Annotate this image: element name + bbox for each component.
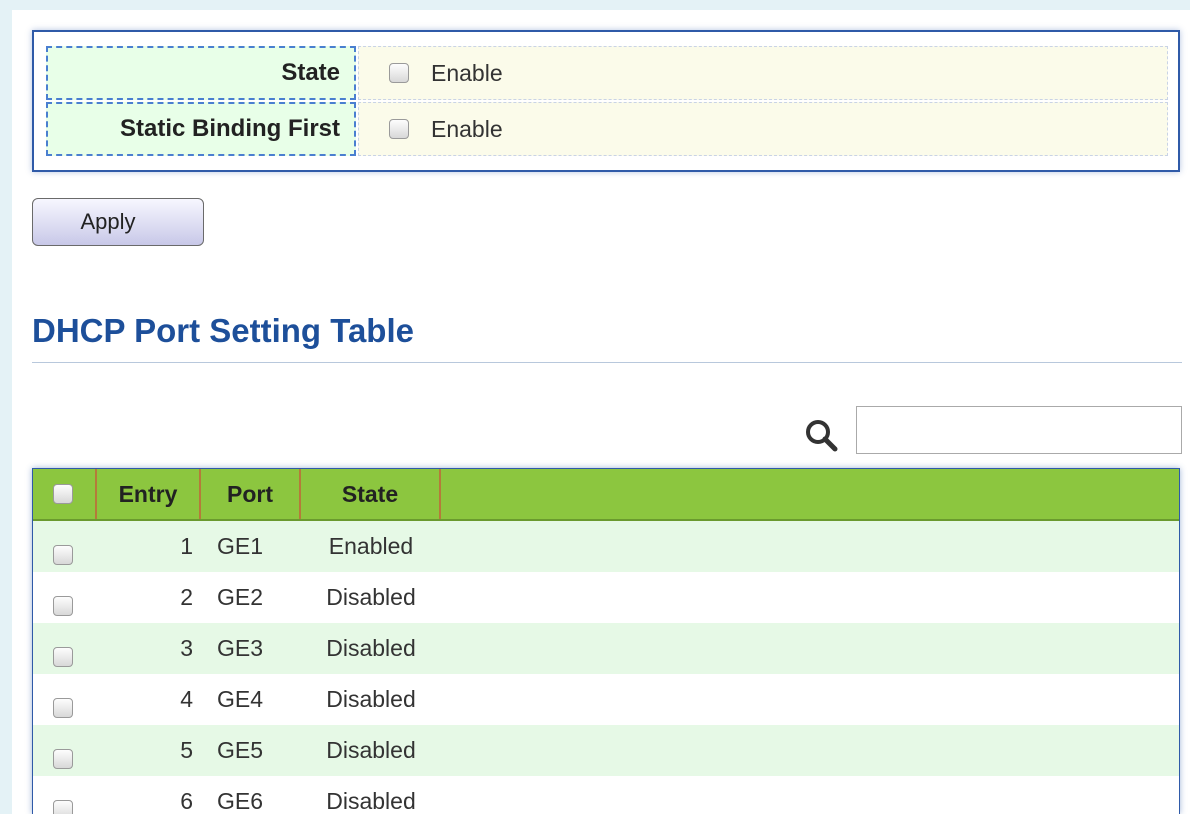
section-title: DHCP Port Setting Table	[32, 312, 414, 349]
row-port: GE2	[217, 584, 264, 610]
state-enable-checkbox[interactable]	[389, 63, 409, 83]
row-entry: 6	[180, 788, 193, 814]
search-input[interactable]	[856, 406, 1182, 454]
static-binding-first-row: Static Binding First Enable	[46, 102, 1168, 156]
table-row[interactable]: 4 GE4 Disabled	[33, 674, 1179, 725]
row-checkbox[interactable]	[53, 698, 73, 719]
row-state: Disabled	[326, 737, 416, 763]
row-port: GE5	[217, 737, 264, 763]
header-select-all	[33, 469, 97, 519]
row-entry: 4	[180, 686, 193, 712]
row-entry: 3	[180, 635, 193, 661]
header-state[interactable]: State	[301, 469, 441, 519]
row-port: GE1	[217, 533, 264, 559]
state-row: State Enable	[46, 46, 1168, 100]
row-state: Enabled	[328, 533, 414, 559]
row-port: GE6	[217, 788, 264, 814]
row-select	[53, 572, 73, 623]
state-enable-label: Enable	[431, 60, 503, 86]
row-select	[53, 674, 73, 725]
row-select	[53, 776, 73, 814]
row-entry: 2	[180, 584, 193, 610]
row-checkbox[interactable]	[53, 749, 73, 770]
row-checkbox[interactable]	[53, 647, 73, 668]
row-state: Disabled	[326, 788, 416, 814]
row-port: GE3	[217, 635, 264, 661]
select-all-checkbox[interactable]	[53, 484, 73, 504]
row-select	[53, 725, 73, 776]
row-checkbox[interactable]	[53, 545, 73, 566]
apply-button[interactable]: Apply	[32, 198, 204, 246]
page: State Enable Static Binding First Enable…	[12, 10, 1190, 814]
table-row[interactable]: 5 GE5 Disabled	[33, 725, 1179, 776]
table-header: Entry Port State	[33, 469, 1179, 521]
static-binding-first-value: Enable	[358, 102, 1168, 156]
row-entry: 5	[180, 737, 193, 763]
row-select	[53, 521, 73, 572]
row-select	[53, 623, 73, 674]
row-state: Disabled	[326, 635, 416, 661]
port-setting-table: Entry Port State 1 GE1 Enabled 2 GE2 Dis…	[32, 468, 1180, 814]
state-value: Enable	[358, 46, 1168, 100]
static-binding-first-enable-checkbox[interactable]	[389, 119, 409, 139]
row-state: Disabled	[326, 584, 416, 610]
header-port[interactable]: Port	[201, 469, 301, 519]
table-row[interactable]: 2 GE2 Disabled	[33, 572, 1179, 623]
row-checkbox[interactable]	[53, 596, 73, 617]
row-entry: 1	[180, 533, 193, 559]
section-divider	[32, 362, 1182, 363]
row-state: Disabled	[326, 686, 416, 712]
row-checkbox[interactable]	[53, 800, 73, 814]
static-binding-first-enable-label: Enable	[431, 116, 503, 142]
state-label: State	[46, 46, 356, 100]
header-entry[interactable]: Entry	[97, 469, 201, 519]
table-row[interactable]: 1 GE1 Enabled	[33, 521, 1179, 572]
table-row[interactable]: 3 GE3 Disabled	[33, 623, 1179, 674]
row-port: GE4	[217, 686, 264, 712]
search-icon[interactable]	[804, 418, 838, 452]
static-binding-first-label: Static Binding First	[46, 102, 356, 156]
settings-panel: State Enable Static Binding First Enable	[32, 30, 1180, 172]
table-row[interactable]: 6 GE6 Disabled	[33, 776, 1179, 814]
